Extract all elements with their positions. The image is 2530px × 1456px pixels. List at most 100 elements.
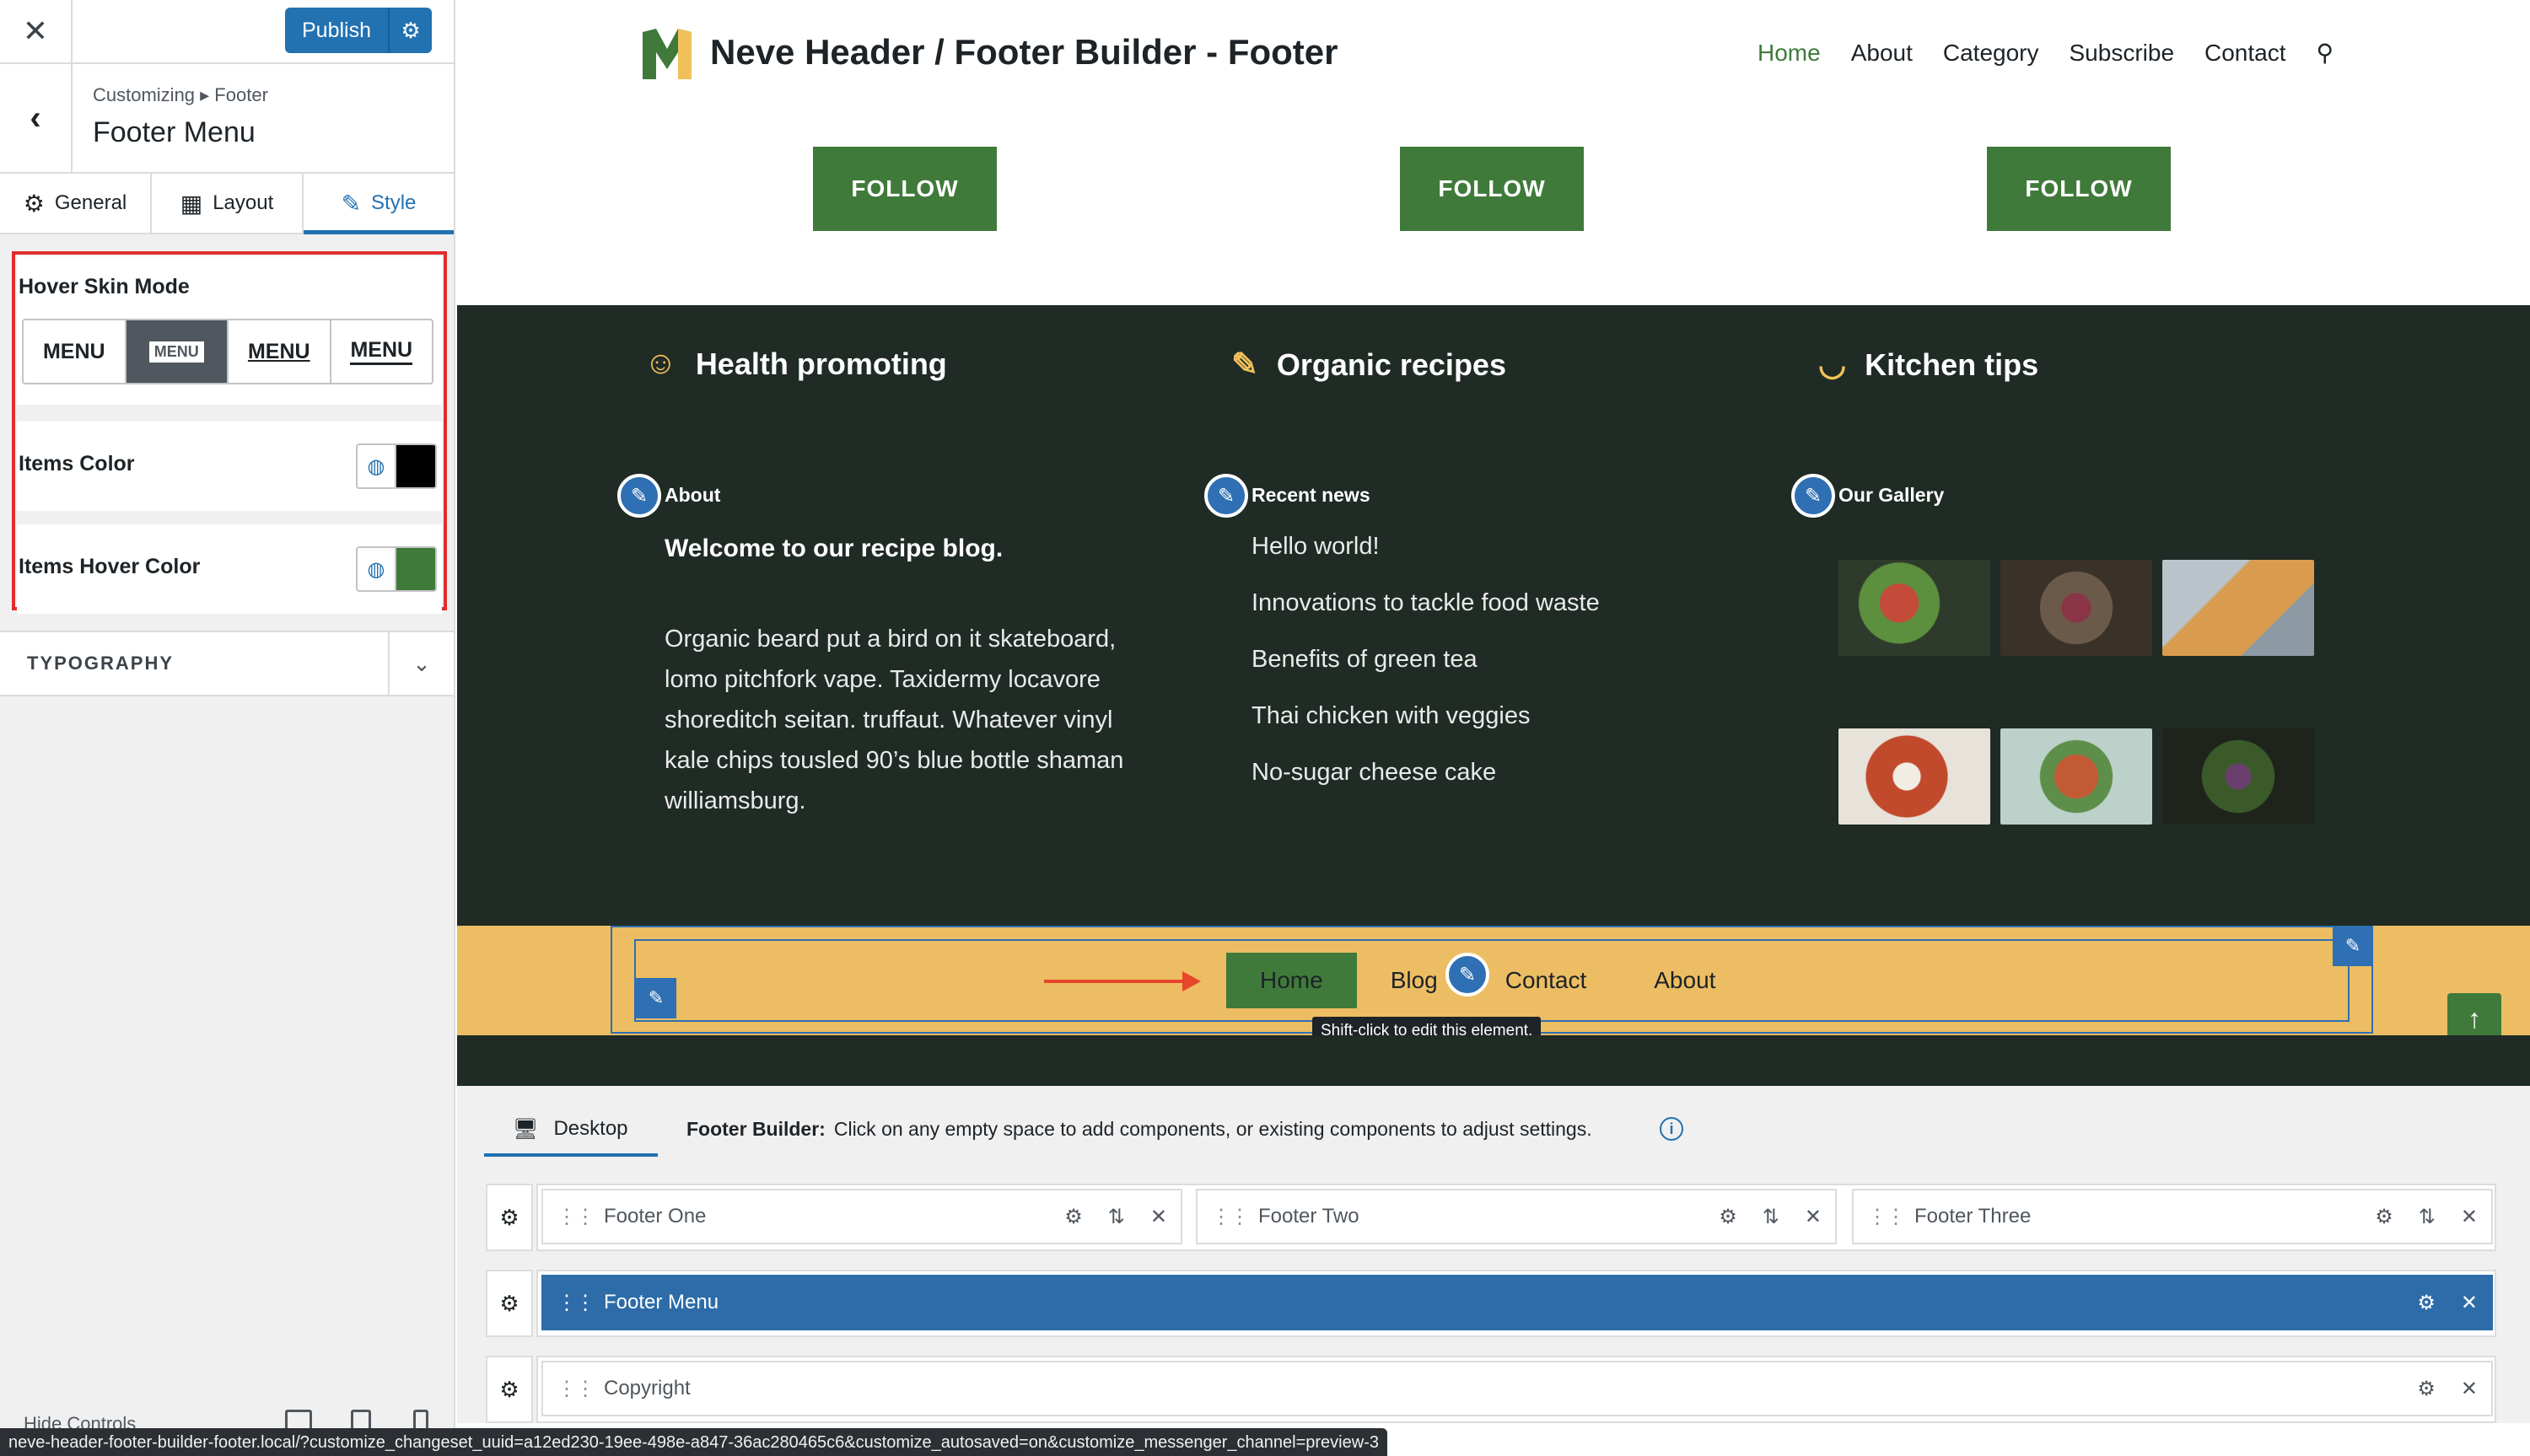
- footer-menu-item-contact[interactable]: Contact: [1472, 953, 1621, 1008]
- gallery-image[interactable]: [2162, 560, 2314, 656]
- footer-menu-item-about[interactable]: About: [1620, 953, 1749, 1008]
- remove-x-icon[interactable]: ✕: [1150, 1205, 1167, 1229]
- edit-menu-pencil-icon[interactable]: ✎: [1445, 953, 1489, 997]
- row-settings-gear-icon[interactable]: ⚙: [486, 1270, 533, 1337]
- search-icon[interactable]: ⚲: [2317, 39, 2334, 67]
- about-lead: Welcome to our recipe blog.: [665, 535, 1004, 562]
- drag-handle-icon[interactable]: ⋮⋮: [557, 1205, 595, 1229]
- nav-item-category[interactable]: Category: [1943, 40, 2039, 67]
- component-footer-two[interactable]: ⋮⋮ Footer Two ⚙ ⇅ ✕: [1196, 1189, 1837, 1244]
- drag-handle-icon[interactable]: ⋮⋮: [557, 1291, 595, 1315]
- chevron-down-icon[interactable]: ⌄: [388, 632, 454, 695]
- edit-row-pencil-icon[interactable]: ✎: [2333, 926, 2373, 966]
- news-link[interactable]: Innovations to tackle food waste: [1252, 589, 1600, 646]
- row-settings-gear-icon[interactable]: ⚙: [486, 1356, 533, 1423]
- skin-option-underline[interactable]: MENU: [229, 320, 331, 383]
- nav-item-about[interactable]: About: [1851, 40, 1913, 67]
- news-link[interactable]: Thai chicken with veggies: [1252, 702, 1600, 759]
- edit-widget-pencil-icon[interactable]: ✎: [1204, 474, 1248, 518]
- component-footer-menu[interactable]: ⋮⋮ Footer Menu ⚙ ✕: [541, 1275, 2493, 1330]
- nav-item-subscribe[interactable]: Subscribe: [2070, 40, 2175, 67]
- edit-widget-pencil-icon[interactable]: ✎: [1791, 474, 1835, 518]
- status-bar-url: neve-header-footer-builder-footer.local/…: [0, 1428, 1387, 1456]
- gear-icon[interactable]: ⚙: [1719, 1205, 1737, 1229]
- items-hover-color-swatch[interactable]: [396, 548, 435, 590]
- component-footer-three[interactable]: ⋮⋮ Footer Three ⚙ ⇅ ✕: [1852, 1189, 2493, 1244]
- device-tab-desktop[interactable]: 🖥 Desktop: [484, 1104, 658, 1157]
- row-settings-gear-icon[interactable]: ⚙: [486, 1184, 533, 1251]
- gallery-image[interactable]: [2000, 560, 2152, 656]
- items-color-control: Items Color ◍: [17, 422, 442, 511]
- component-copyright[interactable]: ⋮⋮ Copyright ⚙ ✕: [541, 1361, 2493, 1416]
- edit-component-pencil-icon[interactable]: ✎: [636, 978, 676, 1018]
- gear-icon: ⚙: [23, 190, 45, 217]
- sliders-icon[interactable]: ⇅: [2419, 1205, 2436, 1229]
- gallery-image[interactable]: [2162, 728, 2314, 825]
- publish-label: Publish: [302, 18, 371, 42]
- tab-style[interactable]: ✎ Style: [304, 174, 454, 234]
- hover-skin-options: MENU MENU MENU MENU: [22, 319, 433, 384]
- tab-layout[interactable]: ▦ Layout: [152, 174, 304, 233]
- panel-tabs: ⚙ General ▦ Layout ✎ Style: [0, 174, 454, 234]
- skin-option-plain[interactable]: MENU: [24, 320, 126, 383]
- publish-settings-gear-icon[interactable]: ⚙: [390, 18, 432, 44]
- site-title[interactable]: Neve Header / Footer Builder - Footer: [710, 32, 1338, 73]
- news-link[interactable]: Benefits of green tea: [1252, 646, 1600, 702]
- nav-item-home[interactable]: Home: [1758, 40, 1821, 67]
- bowl-icon: ◡: [1818, 347, 1847, 383]
- feature-organic: ✎ Organic recipes: [1231, 347, 1506, 384]
- footer-bottom-area: [457, 1035, 2530, 1086]
- news-link[interactable]: No-sugar cheese cake: [1252, 759, 1600, 815]
- drag-handle-icon[interactable]: ⋮⋮: [557, 1377, 595, 1401]
- remove-x-icon[interactable]: ✕: [2461, 1205, 2478, 1229]
- breadcrumb: Customizing ▸ Footer: [93, 84, 268, 105]
- gallery-image[interactable]: [1838, 560, 1990, 656]
- typography-section[interactable]: TYPOGRAPHY ⌄: [0, 631, 454, 696]
- gallery-image[interactable]: [2000, 728, 2152, 825]
- gear-icon[interactable]: ⚙: [2375, 1205, 2393, 1229]
- items-color-picker[interactable]: ◍: [356, 443, 437, 489]
- gear-icon[interactable]: ⚙: [2417, 1291, 2436, 1315]
- back-button[interactable]: ‹: [0, 64, 73, 172]
- tab-general[interactable]: ⚙ General: [0, 174, 152, 233]
- sliders-icon[interactable]: ⇅: [1763, 1205, 1779, 1229]
- nav-item-contact[interactable]: Contact: [2204, 40, 2286, 67]
- follow-button[interactable]: FOLLOW: [1400, 147, 1584, 231]
- remove-x-icon[interactable]: ✕: [1805, 1205, 1822, 1229]
- section-title: Footer Menu: [93, 116, 256, 148]
- edit-widget-pencil-icon[interactable]: ✎: [617, 474, 661, 518]
- skin-option-border[interactable]: MENU: [331, 320, 433, 383]
- global-color-icon[interactable]: ◍: [358, 445, 396, 487]
- close-customizer-button[interactable]: ✕: [0, 0, 73, 62]
- sliders-icon[interactable]: ⇅: [1108, 1205, 1125, 1229]
- gallery-image[interactable]: [1838, 728, 1990, 825]
- items-color-swatch[interactable]: [396, 445, 435, 487]
- remove-x-icon[interactable]: ✕: [2461, 1291, 2478, 1315]
- follow-button[interactable]: FOLLOW: [1987, 147, 2171, 231]
- drag-handle-icon[interactable]: ⋮⋮: [1211, 1205, 1250, 1229]
- info-icon[interactable]: i: [1660, 1117, 1683, 1141]
- publish-button[interactable]: Publish ⚙: [285, 8, 432, 53]
- items-hover-color-picker[interactable]: ◍: [356, 546, 437, 592]
- skin-option-fill[interactable]: MENU: [126, 320, 229, 383]
- desktop-icon: 🖥: [513, 1117, 539, 1141]
- global-color-icon[interactable]: ◍: [358, 548, 396, 590]
- footer-menu-item-home[interactable]: Home: [1226, 953, 1357, 1008]
- component-footer-one[interactable]: ⋮⋮ Footer One ⚙ ⇅ ✕: [541, 1189, 1182, 1244]
- remove-x-icon[interactable]: ✕: [2461, 1377, 2478, 1401]
- smile-icon: ☺: [644, 346, 677, 381]
- site-logo[interactable]: [641, 27, 693, 83]
- primary-nav: Home About Category Subscribe Contact ⚲: [1758, 39, 2334, 67]
- items-color-label: Items Color: [19, 452, 135, 475]
- follow-button[interactable]: FOLLOW: [813, 147, 997, 231]
- builder-hint: Footer Builder: Click on any empty space …: [686, 1118, 1592, 1140]
- drag-handle-icon[interactable]: ⋮⋮: [1867, 1205, 1906, 1229]
- items-hover-color-control: Items Hover Color ◍: [17, 524, 442, 614]
- gear-icon[interactable]: ⚙: [1064, 1205, 1083, 1229]
- chevron-left-icon: ‹: [30, 99, 41, 137]
- typography-label: TYPOGRAPHY: [27, 653, 175, 674]
- close-icon: ✕: [22, 13, 49, 48]
- gear-icon[interactable]: ⚙: [2417, 1377, 2436, 1401]
- feature-kitchen: ◡ Kitchen tips: [1818, 347, 2039, 384]
- news-link[interactable]: Hello world!: [1252, 533, 1600, 589]
